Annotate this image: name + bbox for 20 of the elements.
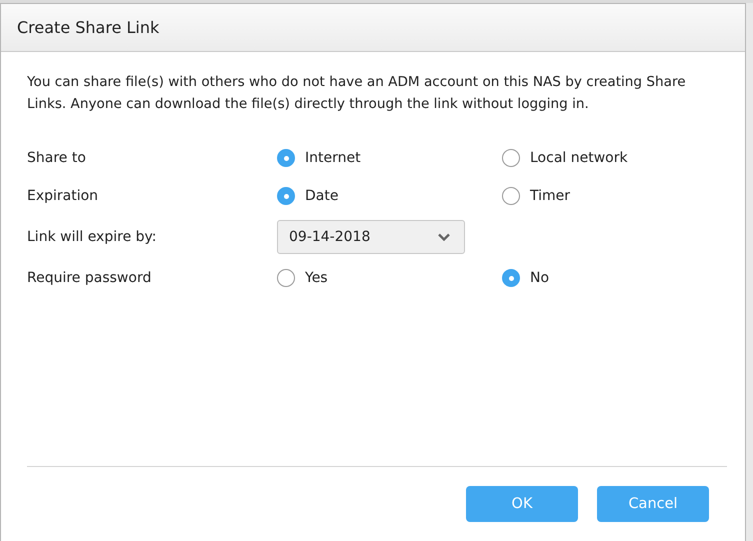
radio-button[interactable] [277, 269, 295, 287]
field-label: Require password [27, 270, 152, 286]
radio-option[interactable]: Internet [277, 149, 502, 167]
radio-option[interactable]: No [502, 269, 727, 287]
radio-button[interactable] [277, 187, 295, 205]
field-label: Share to [27, 150, 87, 166]
radio-option[interactable]: Yes [277, 269, 502, 287]
radio-option[interactable]: Date [277, 187, 502, 205]
radio-button[interactable] [502, 149, 520, 167]
radio-button[interactable] [277, 149, 295, 167]
description-text: You can share file(s) with others who do not have an ADM account on this NAS by creating Share Links. Anyone can download the file(s) directly through the link without logging in. [27, 73, 687, 114]
radio-button[interactable] [502, 269, 520, 287]
radio-option[interactable]: Local network [502, 149, 727, 167]
dialog-title: Create Share Link [17, 18, 160, 37]
date-dropdown[interactable]: 09-14-2018 [277, 220, 465, 254]
field-label: Expiration [27, 188, 100, 204]
radio-option[interactable]: Timer [502, 187, 727, 205]
chevron-down-icon [438, 233, 450, 241]
radio-button[interactable] [502, 187, 520, 205]
field-label: Link will expire by: [27, 229, 158, 245]
